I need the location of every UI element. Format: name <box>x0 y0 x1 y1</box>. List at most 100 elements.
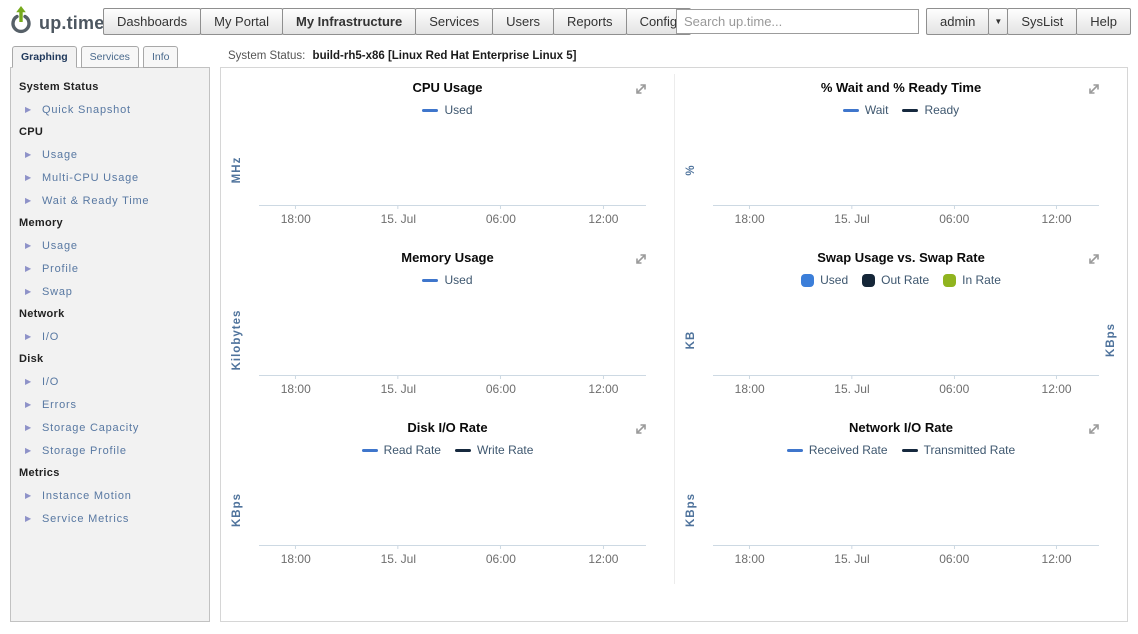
tree-arrow-icon: ▶ <box>25 150 42 159</box>
sidebar-item-cpu-wait-ready-time[interactable]: ▶ Wait & Ready Time <box>11 189 209 212</box>
sidebar-item-disk-storage-capacity[interactable]: ▶ Storage Capacity <box>11 416 209 439</box>
tick-label: 06:00 <box>939 382 969 396</box>
nav-tab-dashboards[interactable]: Dashboards <box>103 8 201 35</box>
legend-item-read-rate[interactable]: Read Rate <box>362 443 441 457</box>
tick-label: 12:00 <box>588 382 618 396</box>
system-status-value: build-rh5-x86 [Linux Red Hat Enterprise … <box>313 50 577 62</box>
sidebar-item-memory-profile[interactable]: ▶ Profile <box>11 257 209 280</box>
tick-label: 15. Jul <box>381 212 416 226</box>
x-axis-tick: 12:00 <box>1042 545 1072 566</box>
nav-tab-my-infrastructure[interactable]: My Infrastructure <box>282 8 416 35</box>
sidebar-tab-services[interactable]: Services <box>81 46 139 68</box>
chart-legend: Used <box>221 273 674 287</box>
x-axis-tick: 06:00 <box>939 375 969 396</box>
plot-area: 18:00 15. Jul 06:00 12:00 <box>713 470 1099 546</box>
nav-tab-my-portal[interactable]: My Portal <box>200 8 283 35</box>
legend-symbol-icon <box>422 279 438 282</box>
plot-area: 18:00 15. Jul 06:00 12:00 <box>259 300 646 376</box>
sidebar-item-metrics-service-metrics[interactable]: ▶ Service Metrics <box>11 507 209 530</box>
tree-arrow-icon: ▶ <box>25 491 42 500</box>
tick-label: 06:00 <box>486 552 516 566</box>
nav-tab-users[interactable]: Users <box>492 8 554 35</box>
legend-item-out-rate[interactable]: Out Rate <box>862 273 929 287</box>
legend-label: Used <box>820 273 848 287</box>
x-axis-tick: 15. Jul <box>381 205 416 226</box>
legend-item-wait[interactable]: Wait <box>843 103 889 117</box>
sidebar-item-disk-storage-profile[interactable]: ▶ Storage Profile <box>11 439 209 462</box>
legend-item-transmitted-rate[interactable]: Transmitted Rate <box>902 443 1016 457</box>
expand-chart-icon[interactable] <box>1087 252 1101 266</box>
legend-symbol-icon <box>902 109 918 112</box>
admin-dropdown-caret-icon[interactable]: ▼ <box>988 8 1008 35</box>
legend-item-write-rate[interactable]: Write Rate <box>455 443 533 457</box>
expand-chart-icon[interactable] <box>1087 82 1101 96</box>
sidebar-item-label: Quick Snapshot <box>42 104 131 116</box>
sidebar-item-system-status-quick-snapshot[interactable]: ▶ Quick Snapshot <box>11 98 209 121</box>
expand-chart-icon[interactable] <box>1087 422 1101 436</box>
tick-label: 18:00 <box>735 382 765 396</box>
legend-label: Used <box>444 273 472 287</box>
legend-item-in-rate[interactable]: In Rate <box>943 273 1001 287</box>
syslist-button[interactable]: SysList <box>1007 8 1077 35</box>
tick-mark <box>954 545 955 549</box>
tick-mark <box>398 545 399 549</box>
sidebar-item-network-i-o[interactable]: ▶ I/O <box>11 325 209 348</box>
tick-mark <box>954 375 955 379</box>
legend-item-used[interactable]: Used <box>422 273 472 287</box>
tick-label: 18:00 <box>281 382 311 396</box>
y-axis-label: MHz <box>231 157 243 184</box>
legend-label: Ready <box>924 103 959 117</box>
legend-item-used[interactable]: Used <box>801 273 848 287</box>
plot-area: 18:00 15. Jul 06:00 12:00 <box>259 130 646 206</box>
expand-chart-icon[interactable] <box>634 82 648 96</box>
sidebar-item-cpu-multi-cpu-usage[interactable]: ▶ Multi-CPU Usage <box>11 166 209 189</box>
sidebar-item-memory-usage[interactable]: ▶ Usage <box>11 234 209 257</box>
sidebar-item-memory-swap[interactable]: ▶ Swap <box>11 280 209 303</box>
nav-tab-services[interactable]: Services <box>415 8 493 35</box>
tick-mark <box>1056 545 1057 549</box>
sidebar-section-title: CPU <box>11 121 209 143</box>
sidebar-section: Memory ▶ Usage ▶ Profile ▶ Swap <box>11 212 209 303</box>
sidebar-tab-info[interactable]: Info <box>143 46 179 68</box>
x-axis-tick: 15. Jul <box>381 375 416 396</box>
tree-arrow-icon: ▶ <box>25 446 42 455</box>
sidebar-section: Disk ▶ I/O ▶ Errors ▶ Storage Capacity ▶… <box>11 348 209 462</box>
legend-item-ready[interactable]: Ready <box>902 103 959 117</box>
help-button[interactable]: Help <box>1076 8 1131 35</box>
nav-tab-reports[interactable]: Reports <box>553 8 627 35</box>
sidebar-tab-graphing[interactable]: Graphing <box>12 46 77 68</box>
sidebar-item-label: Usage <box>42 240 78 252</box>
tick-label: 18:00 <box>735 552 765 566</box>
legend-item-received-rate[interactable]: Received Rate <box>787 443 888 457</box>
sidebar-item-label: Profile <box>42 263 79 275</box>
tree-arrow-icon: ▶ <box>25 332 42 341</box>
sidebar-item-cpu-usage[interactable]: ▶ Usage <box>11 143 209 166</box>
tick-label: 06:00 <box>486 212 516 226</box>
x-axis-tick: 15. Jul <box>381 545 416 566</box>
tick-mark <box>603 375 604 379</box>
chart-title: Network I/O Rate <box>675 420 1127 435</box>
tick-label: 06:00 <box>939 212 969 226</box>
chart-title: % Wait and % Ready Time <box>675 80 1127 95</box>
sidebar-item-disk-i-o[interactable]: ▶ I/O <box>11 370 209 393</box>
search-input[interactable] <box>676 9 919 34</box>
sidebar-section-title: Network <box>11 303 209 325</box>
sidebar-section: Network ▶ I/O <box>11 303 209 348</box>
expand-chart-icon[interactable] <box>634 422 648 436</box>
sidebar-item-label: I/O <box>42 376 59 388</box>
legend-item-used[interactable]: Used <box>422 103 472 117</box>
admin-button[interactable]: admin <box>926 8 989 35</box>
legend-symbol-icon <box>902 449 918 452</box>
x-axis-tick: 18:00 <box>735 205 765 226</box>
tick-label: 15. Jul <box>834 382 869 396</box>
sidebar-item-metrics-instance-motion[interactable]: ▶ Instance Motion <box>11 484 209 507</box>
uptime-app: up.time DashboardsMy PortalMy Infrastruc… <box>0 0 1138 634</box>
sidebar-item-disk-errors[interactable]: ▶ Errors <box>11 393 209 416</box>
expand-chart-icon[interactable] <box>634 252 648 266</box>
sidebar-item-label: Instance Motion <box>42 490 132 502</box>
sidebar-tree: System Status ▶ Quick Snapshot CPU ▶ Usa… <box>11 68 209 530</box>
legend-label: Received Rate <box>809 443 888 457</box>
tick-mark <box>500 545 501 549</box>
system-status-bar: System Status: build-rh5-x86 [Linux Red … <box>228 46 576 66</box>
tick-label: 12:00 <box>1042 552 1072 566</box>
